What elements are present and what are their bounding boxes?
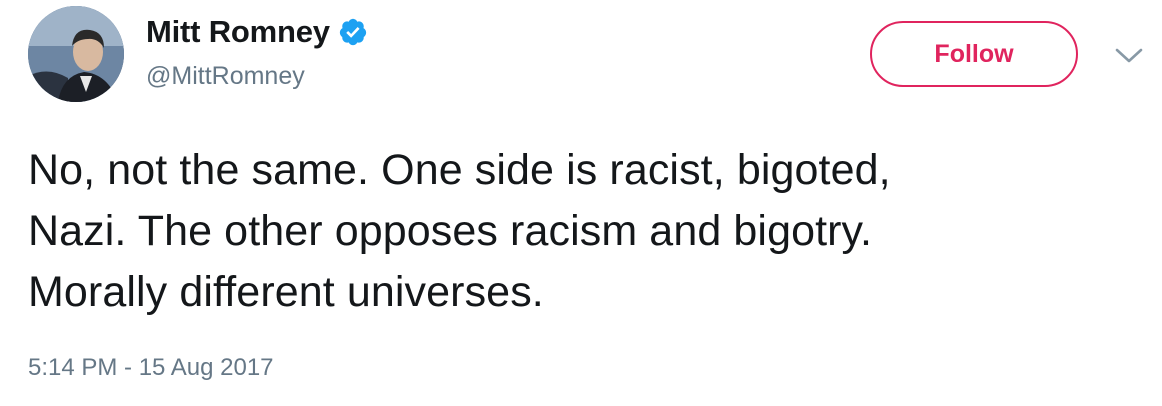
tweet-text-line: Morally different universes. [28,268,544,316]
tweet-timestamp[interactable]: 5:14 PM - 15 Aug 2017 [28,354,274,382]
tweet-card: Mitt Romney @MittRomney Follow No, not t… [0,0,1162,406]
tweet-text-line: No, not the same. One side is racist, bi… [28,146,891,194]
tweet-text: No, not the same. One side is racist, bi… [28,140,1153,323]
chevron-down-icon[interactable] [1112,44,1146,66]
author-name-row: Mitt Romney [146,14,368,50]
verified-badge-icon [338,17,368,47]
author-handle[interactable]: @MittRomney [146,62,305,91]
author-display-name[interactable]: Mitt Romney [146,14,330,50]
follow-button[interactable]: Follow [870,21,1078,87]
avatar-photo-icon [28,6,124,102]
tweet-text-line: Nazi. The other opposes racism and bigot… [28,207,873,255]
profile-avatar[interactable] [28,6,124,102]
